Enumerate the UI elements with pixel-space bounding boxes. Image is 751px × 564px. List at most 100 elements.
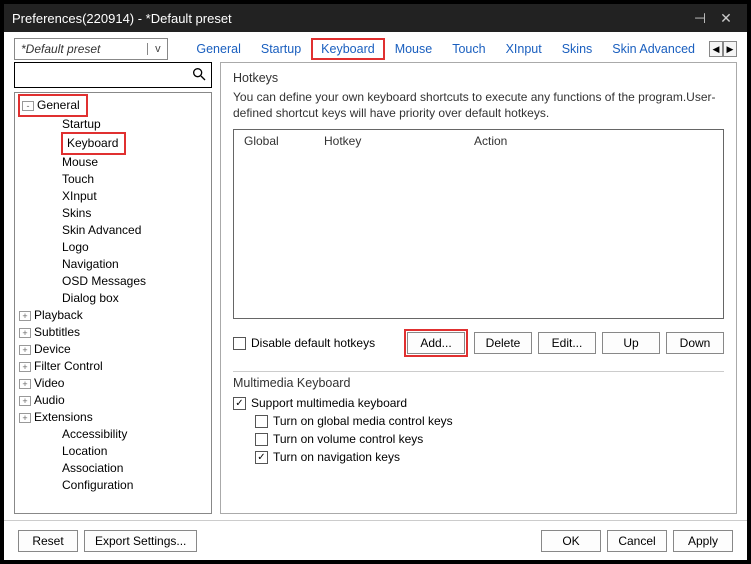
tree-item-label: Location: [62, 443, 107, 460]
tree-item-label: OSD Messages: [62, 273, 146, 290]
tabs-scroll-left[interactable]: ◀: [709, 41, 723, 57]
tree-expander[interactable]: +: [19, 328, 31, 338]
support-mm-label: Support multimedia keyboard: [251, 396, 407, 410]
col-global[interactable]: Global: [234, 131, 314, 151]
settings-panel: Hotkeys You can define your own keyboard…: [220, 62, 737, 514]
left-pane: -GeneralStartupKeyboardMouseTouchXInputS…: [14, 62, 212, 514]
tree-item-label: Mouse: [62, 154, 98, 171]
tabs-scroll-right[interactable]: ▶: [723, 41, 737, 57]
export-settings-button[interactable]: Export Settings...: [84, 530, 197, 552]
tree-item-label: Startup: [62, 116, 101, 133]
tree-item-label: Association: [62, 460, 123, 477]
tree-item-keyboard[interactable]: Keyboard: [15, 133, 211, 154]
tree-item-label: Filter Control: [34, 358, 103, 375]
edit-button[interactable]: Edit...: [538, 332, 596, 354]
tree-item-label: Skin Advanced: [62, 222, 141, 239]
tree-expander[interactable]: +: [19, 396, 31, 406]
tree-item-label: XInput: [62, 188, 97, 205]
tree-item-label: Video: [34, 375, 64, 392]
tab-startup[interactable]: Startup: [251, 38, 311, 60]
tree-expander[interactable]: +: [19, 379, 31, 389]
col-hotkey[interactable]: Hotkey: [314, 131, 464, 151]
tree-item-label: Extensions: [34, 409, 93, 426]
close-icon[interactable]: ✕: [713, 10, 739, 27]
mm-opt-0[interactable]: Turn on global media control keys: [255, 414, 724, 428]
hotkeys-table[interactable]: Global Hotkey Action: [233, 129, 724, 319]
apply-button[interactable]: Apply: [673, 530, 733, 552]
disable-default-hotkeys-checkbox[interactable]: Disable default hotkeys: [233, 336, 375, 350]
mm-opt-2[interactable]: ✓ Turn on navigation keys: [255, 450, 724, 464]
tree-item-filter-control[interactable]: +Filter Control: [15, 358, 211, 375]
tree-item-dialog-box[interactable]: Dialog box: [15, 290, 211, 307]
tree-item-touch[interactable]: Touch: [15, 171, 211, 188]
cancel-button[interactable]: Cancel: [607, 530, 667, 552]
tree-item-video[interactable]: +Video: [15, 375, 211, 392]
tab-skin-advanced[interactable]: Skin Advanced: [602, 38, 705, 60]
ok-button[interactable]: OK: [541, 530, 601, 552]
hotkeys-description: You can define your own keyboard shortcu…: [233, 89, 724, 121]
tree-item-playback[interactable]: +Playback: [15, 307, 211, 324]
tree-item-label: Dialog box: [62, 290, 119, 307]
tab-skins[interactable]: Skins: [552, 38, 603, 60]
tabs-bar: GeneralStartupKeyboardMouseTouchXInputSk…: [186, 38, 705, 60]
chevron-down-icon[interactable]: v: [147, 43, 167, 55]
tree-item-navigation[interactable]: Navigation: [15, 256, 211, 273]
tree-item-startup[interactable]: Startup: [15, 116, 211, 133]
tree-item-extensions[interactable]: +Extensions: [15, 409, 211, 426]
search-input[interactable]: [15, 68, 187, 82]
tabs-scroll: ◀ ▶: [709, 41, 737, 57]
tree-item-xinput[interactable]: XInput: [15, 188, 211, 205]
mm-opt-1[interactable]: Turn on volume control keys: [255, 432, 724, 446]
tree-item-configuration[interactable]: Configuration: [15, 477, 211, 494]
category-tree[interactable]: -GeneralStartupKeyboardMouseTouchXInputS…: [14, 92, 212, 514]
tree-item-location[interactable]: Location: [15, 443, 211, 460]
delete-button[interactable]: Delete: [474, 332, 532, 354]
support-mm-checkbox[interactable]: ✓ Support multimedia keyboard: [233, 396, 724, 410]
multimedia-group: Multimedia Keyboard ✓ Support multimedia…: [233, 371, 724, 464]
tab-general[interactable]: General: [186, 38, 250, 60]
tab-mouse[interactable]: Mouse: [385, 38, 443, 60]
client-area: *Default preset v GeneralStartupKeyboard…: [4, 32, 747, 560]
tree-item-label: Accessibility: [62, 426, 127, 443]
reset-button[interactable]: Reset: [18, 530, 78, 552]
down-button[interactable]: Down: [666, 332, 724, 354]
up-button[interactable]: Up: [602, 332, 660, 354]
tree-item-general[interactable]: -General: [15, 95, 211, 116]
hotkeys-group-title: Hotkeys: [233, 71, 724, 85]
tree-item-label: Playback: [34, 307, 83, 324]
window-title: Preferences(220914) - *Default preset: [12, 11, 687, 26]
tree-item-logo[interactable]: Logo: [15, 239, 211, 256]
search-icon[interactable]: [187, 66, 211, 85]
checkbox-box: [255, 433, 268, 446]
tree-item-osd-messages[interactable]: OSD Messages: [15, 273, 211, 290]
pin-icon[interactable]: ⊣: [687, 10, 713, 27]
tree-item-label: Device: [34, 341, 71, 358]
tree-item-association[interactable]: Association: [15, 460, 211, 477]
tree-item-audio[interactable]: +Audio: [15, 392, 211, 409]
tree-item-device[interactable]: +Device: [15, 341, 211, 358]
tree-item-subtitles[interactable]: +Subtitles: [15, 324, 211, 341]
tree-item-accessibility[interactable]: Accessibility: [15, 426, 211, 443]
tree-expander[interactable]: +: [19, 362, 31, 372]
col-action[interactable]: Action: [464, 131, 723, 151]
tab-xinput[interactable]: XInput: [496, 38, 552, 60]
search-box[interactable]: [14, 62, 212, 88]
checkbox-box: ✓: [255, 451, 268, 464]
tree-expander[interactable]: +: [19, 311, 31, 321]
tree-item-skins[interactable]: Skins: [15, 205, 211, 222]
mm-opt-label: Turn on global media control keys: [273, 414, 453, 428]
add-button[interactable]: Add...: [407, 332, 465, 354]
hotkeys-table-header: Global Hotkey Action: [234, 130, 723, 152]
tree-expander[interactable]: +: [19, 413, 31, 423]
mm-opt-label: Turn on navigation keys: [273, 450, 400, 464]
tree-item-label: Keyboard: [67, 136, 118, 150]
preset-combobox[interactable]: *Default preset v: [14, 38, 168, 60]
tab-touch[interactable]: Touch: [442, 38, 495, 60]
tree-item-skin-advanced[interactable]: Skin Advanced: [15, 222, 211, 239]
tree-expander[interactable]: -: [22, 101, 34, 111]
multimedia-group-title: Multimedia Keyboard: [233, 376, 724, 390]
tree-expander[interactable]: +: [19, 345, 31, 355]
tree-item-mouse[interactable]: Mouse: [15, 154, 211, 171]
tab-keyboard[interactable]: Keyboard: [311, 38, 385, 60]
tree-item-label: Touch: [62, 171, 94, 188]
